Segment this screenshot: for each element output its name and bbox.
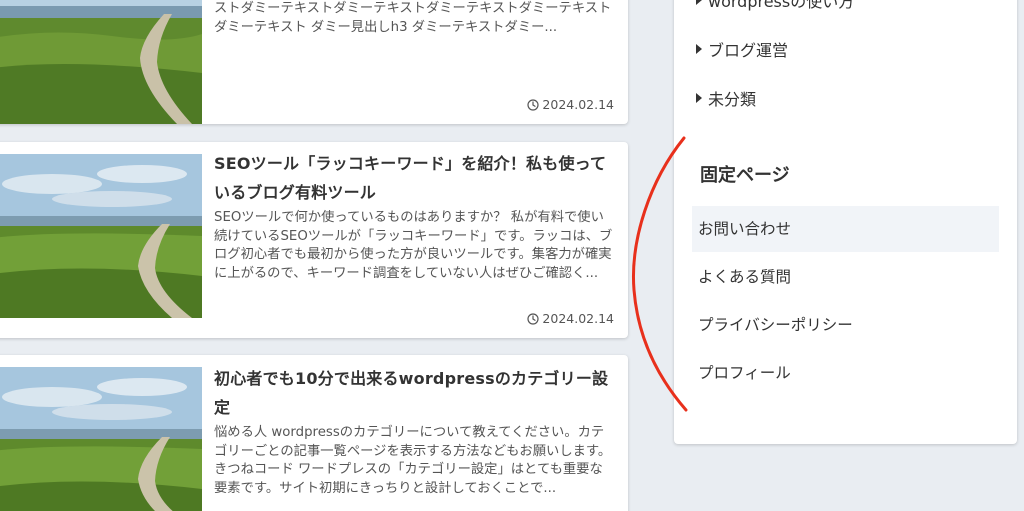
category-label: ブログ運営 xyxy=(708,41,789,60)
article-thumbnail[interactable] xyxy=(0,367,202,511)
sidebar-category-wordpress[interactable]: wordpressの使い方 xyxy=(696,0,854,12)
triangle-right-icon xyxy=(696,0,702,5)
pages-heading: 固定ページ xyxy=(700,165,790,186)
landscape-image xyxy=(0,154,202,318)
triangle-right-icon xyxy=(696,93,702,103)
clock-icon xyxy=(527,98,540,111)
article-title[interactable]: 初心者でも10分で出来るwordpressのカテゴリー設定 xyxy=(214,364,614,422)
article-title[interactable]: SEOツール「ラッコキーワード」を紹介！私も使っているブログ有料ツール xyxy=(214,149,614,207)
sidebar-category-blog[interactable]: ブログ運営 xyxy=(696,37,788,61)
page-link-faq[interactable]: よくある質問 xyxy=(692,254,999,300)
category-label: 未分類 xyxy=(708,90,757,109)
triangle-right-icon xyxy=(696,44,702,54)
article-card[interactable]: 初心者でも10分で出来るwordpressのカテゴリー設定 悩める人 wordp… xyxy=(0,355,628,511)
page-link-contact[interactable]: お問い合わせ xyxy=(692,206,999,252)
article-card[interactable]: ストダミーテキストダミーテキストダミーテキストダミーテキストダミーテキスト ダミ… xyxy=(0,0,628,124)
category-label: wordpressの使い方 xyxy=(708,0,855,11)
article-date-text: 2024.02.14 xyxy=(542,97,614,112)
sidebar-widget: wordpressの使い方 ブログ運営 未分類 固定ページ お問い合わせ よくあ… xyxy=(674,0,1017,444)
page-link-privacy[interactable]: プライバシーポリシー xyxy=(692,302,999,348)
article-excerpt: 悩める人 wordpressのカテゴリーについて教えてください。カテゴリーごとの… xyxy=(214,425,612,496)
article-excerpt: ストダミーテキストダミーテキストダミーテキストダミーテキストダミーテキスト ダミ… xyxy=(214,1,612,35)
article-date: 2024.02.14 xyxy=(527,311,614,326)
clock-icon xyxy=(527,312,540,325)
sidebar-category-uncategorized[interactable]: 未分類 xyxy=(696,86,756,110)
article-thumbnail[interactable] xyxy=(0,0,202,124)
landscape-image xyxy=(0,367,202,511)
article-excerpt: SEOツールで何か使っているものはありますか？ 私が有料で使い続けているSEOツ… xyxy=(214,210,613,281)
page-link-profile[interactable]: プロフィール xyxy=(692,350,999,396)
article-thumbnail[interactable] xyxy=(0,154,202,318)
landscape-image xyxy=(0,0,202,124)
article-date: 2024.02.14 xyxy=(527,97,614,112)
article-card[interactable]: SEOツール「ラッコキーワード」を紹介！私も使っているブログ有料ツール SEOツ… xyxy=(0,142,628,338)
article-date-text: 2024.02.14 xyxy=(542,311,614,326)
